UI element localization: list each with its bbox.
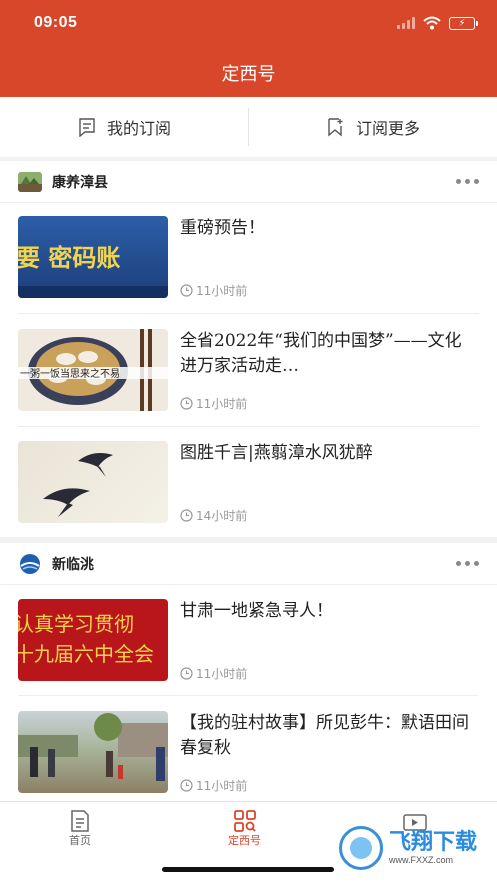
watermark-icon [339, 826, 383, 870]
source-name: 新临洮 [52, 556, 94, 573]
news-title: 图胜千言|燕翦漳水风犹醉 [180, 443, 373, 463]
bookmark-plus-icon [328, 118, 343, 137]
item-divider [18, 426, 479, 427]
my-subscriptions-button[interactable]: 我的订阅 [0, 97, 248, 157]
subscribe-more-button[interactable]: 订阅更多 [249, 97, 497, 157]
watermark-url: www.FXXZ.com [389, 855, 454, 865]
news-title: 【我的驻村故事】所见彭牛：默语田间春复秋 [180, 713, 469, 758]
tab-dingxi[interactable]: 定西号 [228, 810, 261, 848]
battery-charging-icon: ⚡ [449, 16, 478, 30]
tab-home-label: 首页 [69, 834, 91, 847]
more-options-icon[interactable] [456, 179, 479, 184]
news-thumbnail: 一粥一饭当思来之不易 [18, 329, 168, 411]
svg-text:一粥一饭当思来之不易: 一粥一饭当思来之不易 [20, 367, 120, 380]
status-icons: ⚡ [397, 16, 478, 30]
news-time: 11小时前 [180, 665, 247, 682]
news-thumbnail [18, 441, 168, 523]
news-item[interactable]: 一粥一饭当思来之不易 全省2022年“我们的中国梦”——文化进万家活动走… 11… [18, 329, 479, 441]
clock-icon [180, 779, 193, 792]
subscription-bar: 我的订阅 订阅更多 [0, 97, 497, 157]
news-title: 重磅预告！ [180, 218, 265, 238]
cellular-signal-icon [397, 17, 415, 29]
my-subscriptions-label: 我的订阅 [106, 119, 171, 138]
wifi-icon [423, 16, 441, 30]
grid-search-icon [233, 810, 256, 832]
clock-icon [180, 284, 193, 297]
news-time: 14小时前 [180, 507, 247, 524]
source-header[interactable]: 康养漳县 [0, 161, 497, 203]
tab-dingxi-label: 定西号 [228, 834, 261, 847]
svg-text:十九届六中全会: 十九届六中全会 [18, 642, 154, 666]
svg-text:认真学习贯彻: 认真学习贯彻 [18, 612, 134, 636]
source-name: 康养漳县 [52, 174, 108, 191]
source-logo-icon [20, 553, 40, 574]
subscribe-more-label: 订阅更多 [355, 119, 420, 138]
status-time: 09:05 [34, 14, 78, 31]
news-thumbnail: 要 密码账 [18, 216, 168, 298]
item-divider [18, 313, 479, 314]
svg-text:要 密码账: 要 密码账 [18, 244, 120, 272]
news-thumbnail: 认真学习贯彻 十九届六中全会 [18, 599, 168, 681]
news-title: 甘肃一地紧急寻人！ [180, 601, 333, 621]
source-header[interactable]: 新临洮 [0, 543, 497, 585]
news-time: 11小时前 [180, 395, 247, 412]
watermark-text: 飞翔下载 [389, 830, 478, 855]
home-indicator[interactable] [162, 867, 334, 872]
item-divider [18, 695, 479, 696]
news-title: 全省2022年“我们的中国梦”——文化进万家活动走… [180, 331, 462, 376]
news-item[interactable]: 图胜千言|燕翦漳水风犹醉 14小时前 [18, 441, 479, 553]
more-options-icon[interactable] [456, 561, 479, 566]
news-item[interactable]: 要 密码账 重磅预告！ 11小时前 [18, 216, 479, 328]
flag-icon [79, 118, 95, 137]
document-icon [71, 810, 89, 832]
news-thumbnail [18, 711, 168, 793]
tab-home[interactable]: 首页 [68, 810, 92, 848]
page-title: 定西号 [221, 64, 276, 85]
news-time: 11小时前 [180, 777, 247, 794]
clock-icon [180, 509, 193, 522]
clock-icon [180, 397, 193, 410]
watermark-logo: 飞翔下载 www.FXXZ.com [339, 822, 489, 874]
source-logo-icon [18, 171, 42, 192]
app-header: 09:05 ⚡ 定西号 [0, 0, 497, 97]
clock-icon [180, 667, 193, 680]
news-time: 11小时前 [180, 282, 247, 299]
